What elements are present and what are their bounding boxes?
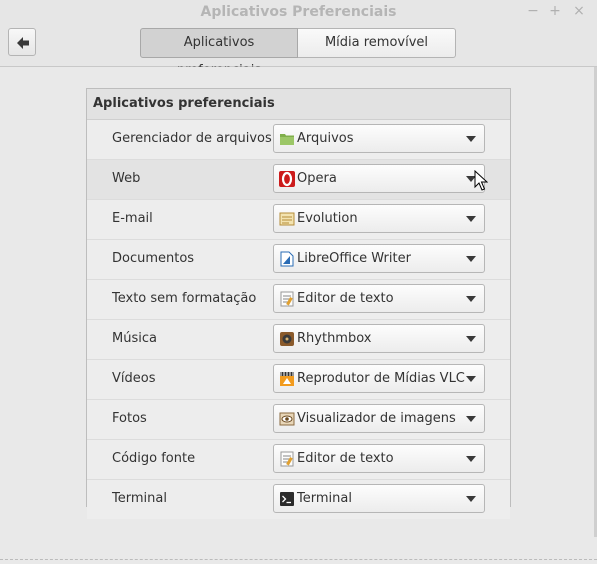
combo-value: Visualizador de imagens: [297, 411, 456, 426]
row-email: E-mail Evolution: [87, 200, 510, 240]
combo-value: Terminal: [297, 491, 352, 506]
row-terminal: Terminal Terminal: [87, 480, 510, 519]
close-icon[interactable]: ×: [570, 2, 588, 20]
chevron-down-icon: [466, 216, 476, 222]
image-viewer-icon: [279, 412, 295, 426]
titlebar: Aplicativos Preferenciais − + ×: [0, 0, 597, 24]
combo-value: Editor de texto: [297, 451, 394, 466]
folder-icon: [280, 134, 294, 145]
row-label: Terminal: [112, 491, 167, 506]
tab-preferred-apps[interactable]: Aplicativos preferenciais: [140, 28, 298, 78]
row-plain-text: Texto sem formatação Editor de texto: [87, 280, 510, 320]
row-label: Texto sem formatação: [112, 291, 257, 306]
row-documents: Documentos LibreOffice Writer: [87, 240, 510, 280]
row-label: Documentos: [112, 251, 195, 266]
combo-value: Arquivos: [297, 131, 354, 146]
maximize-icon[interactable]: +: [546, 2, 564, 20]
row-music: Música Rhythmbox: [87, 320, 510, 360]
rhythmbox-icon: [280, 332, 294, 346]
terminal-combo[interactable]: Terminal: [273, 484, 485, 513]
chevron-down-icon: [466, 456, 476, 462]
headerbar: Aplicativos preferenciais Mídia removíve…: [0, 24, 597, 78]
row-label: Vídeos: [112, 371, 156, 386]
web-combo[interactable]: Opera: [273, 164, 485, 193]
chevron-down-icon: [466, 336, 476, 342]
row-label: Web: [112, 171, 141, 186]
chevron-down-icon: [466, 296, 476, 302]
row-label: Gerenciador de arquivos: [112, 131, 272, 146]
row-source-code: Código fonte Editor de texto: [87, 440, 510, 480]
row-label: E-mail: [112, 211, 153, 226]
combo-value: Editor de texto: [297, 291, 394, 306]
row-photos: Fotos Visualizador de imagens: [87, 400, 510, 440]
row-file-manager: Gerenciador de arquivos Arquivos: [87, 120, 510, 160]
email-combo[interactable]: Evolution: [273, 204, 485, 233]
text-editor-icon: [280, 291, 294, 307]
row-label: Música: [112, 331, 157, 346]
chevron-down-icon: [466, 376, 476, 382]
row-label: Fotos: [112, 411, 147, 426]
vlc-icon: [280, 372, 294, 386]
back-button[interactable]: [8, 28, 36, 56]
tab-removable-media[interactable]: Mídia removível: [298, 28, 456, 58]
plain-text-combo[interactable]: Editor de texto: [273, 284, 485, 313]
libreoffice-writer-icon: [280, 251, 294, 267]
chevron-down-icon: [466, 256, 476, 262]
arrow-left-icon: [17, 37, 29, 49]
bottom-border: [0, 559, 597, 560]
chevron-down-icon: [466, 416, 476, 422]
videos-combo[interactable]: Reprodutor de Mídias VLC: [273, 364, 485, 393]
row-web: Web Opera: [87, 160, 510, 200]
photos-combo[interactable]: Visualizador de imagens: [273, 404, 485, 433]
music-combo[interactable]: Rhythmbox: [273, 324, 485, 353]
terminal-icon: [280, 492, 294, 506]
text-editor-icon: [280, 451, 294, 467]
chevron-down-icon: [466, 496, 476, 502]
preferred-apps-panel: Aplicativos preferenciais Gerenciador de…: [86, 88, 511, 519]
opera-icon: [279, 171, 295, 187]
file-manager-combo[interactable]: Arquivos: [273, 124, 485, 153]
combo-value: Rhythmbox: [297, 331, 372, 346]
combo-value: Opera: [297, 171, 337, 186]
window-title: Aplicativos Preferenciais: [200, 4, 397, 20]
chevron-down-icon: [466, 136, 476, 142]
source-code-combo[interactable]: Editor de texto: [273, 444, 485, 473]
window: Aplicativos Preferenciais − + × Aplicati…: [0, 0, 597, 564]
mouse-pointer-icon: [474, 170, 488, 191]
combo-value: Evolution: [297, 211, 358, 226]
evolution-mail-icon: [279, 212, 295, 226]
content-area: Aplicativos preferenciais Gerenciador de…: [0, 67, 597, 564]
documents-combo[interactable]: LibreOffice Writer: [273, 244, 485, 273]
row-label: Código fonte: [112, 451, 196, 466]
combo-value: LibreOffice Writer: [297, 251, 411, 266]
combo-value: Reprodutor de Mídias VLC: [297, 371, 465, 386]
stack-switcher: Aplicativos preferenciais Mídia removíve…: [140, 28, 456, 78]
panel-title: Aplicativos preferenciais: [87, 89, 510, 120]
row-videos: Vídeos Reprodutor de Mídias VLC: [87, 360, 510, 400]
minimize-icon[interactable]: −: [524, 2, 542, 20]
